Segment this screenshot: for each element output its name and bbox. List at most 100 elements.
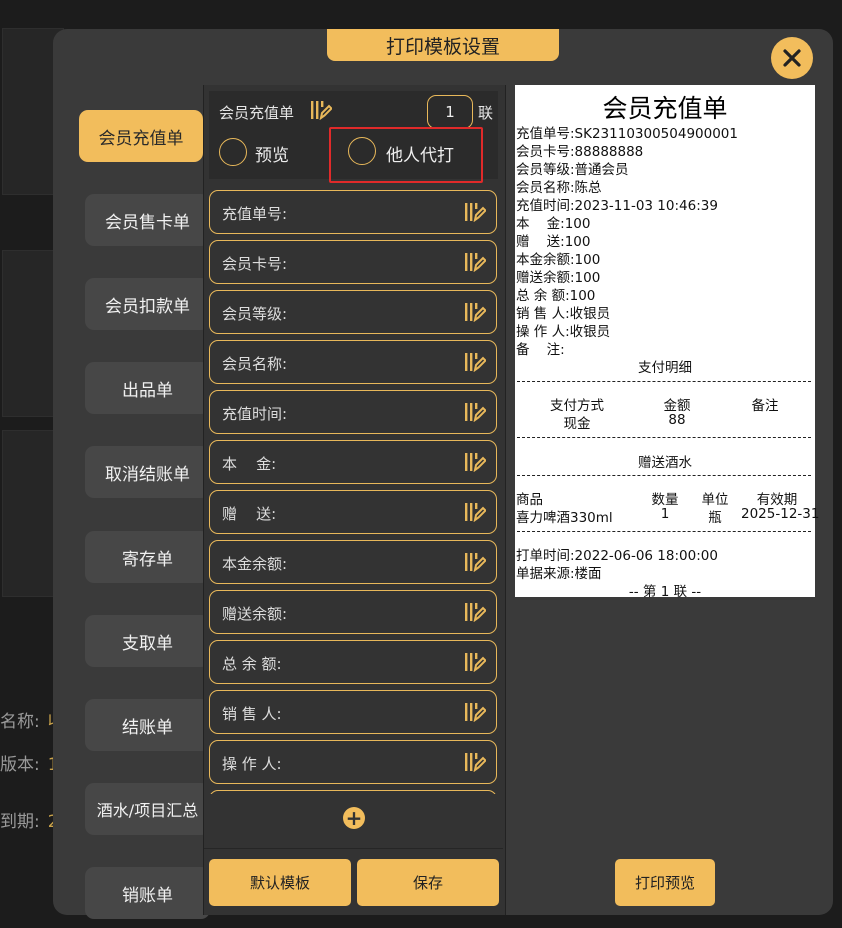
- sidebar-item-write-off[interactable]: 销账单: [85, 867, 210, 919]
- default-template-button[interactable]: 默认模板: [209, 859, 351, 906]
- print-time: 打单时间:2022-06-06 18:00:00: [516, 548, 718, 564]
- payment-cell: 88: [668, 412, 686, 428]
- field-row[interactable]: 会员名称:: [209, 340, 497, 384]
- receipt-line: 会员名称:陈总: [516, 180, 602, 196]
- plus-icon: +: [345, 806, 363, 830]
- sidebar-item-withdraw[interactable]: 支取单: [85, 615, 210, 667]
- field-row[interactable]: 会员卡号:: [209, 240, 497, 284]
- receipt-line: 销 售 人:收银员: [516, 306, 611, 322]
- background-info-row: 版本:1: [0, 755, 59, 775]
- field-label: 充值单号:: [222, 205, 288, 223]
- field-label: 赠 送:: [222, 505, 277, 523]
- field-row[interactable]: 操 作 人:: [209, 740, 497, 784]
- receipt-line: 本金余额:100: [516, 252, 601, 268]
- receipt-line: 充值单号:SK23110300504900001: [516, 126, 738, 142]
- edit-icon[interactable]: [464, 252, 486, 272]
- field-row[interactable]: 充值单号:: [209, 190, 497, 234]
- field-label: 总 余 额:: [222, 655, 282, 673]
- field-label: 会员名称:: [222, 355, 288, 373]
- sidebar-item-cancel-checkout[interactable]: 取消结账单: [85, 446, 210, 498]
- sidebar-item-member-deduction[interactable]: 会员扣款单: [85, 278, 210, 330]
- add-field-button[interactable]: +: [343, 807, 365, 829]
- payment-cell: 现金: [563, 416, 591, 432]
- field-label: 销 售 人:: [222, 705, 282, 723]
- save-button[interactable]: 保存: [357, 859, 499, 906]
- preview-radio[interactable]: [219, 138, 247, 166]
- goods-cell: 喜力啤酒330ml: [516, 510, 613, 526]
- goods-header: 单位: [701, 492, 729, 508]
- sidebar-item-member-recharge[interactable]: 会员充值单: [79, 110, 203, 162]
- edit-icon[interactable]: [464, 352, 486, 372]
- receipt-line: 总 余 额:100: [516, 288, 596, 304]
- receipt-divider: [517, 475, 811, 476]
- payment-header: 支付方式: [550, 398, 604, 414]
- payment-section-title: 支付明细: [638, 360, 692, 376]
- sidebar-item-checkout[interactable]: 结账单: [85, 699, 210, 751]
- edit-icon[interactable]: [464, 702, 486, 722]
- print-preview-button[interactable]: 打印预览: [615, 859, 715, 906]
- sidebar-item-label: 会员扣款单: [105, 296, 190, 317]
- close-icon: [783, 49, 801, 67]
- edit-icon[interactable]: [464, 402, 486, 422]
- receipt-line: 赠 送:100: [516, 234, 591, 250]
- receipt-line: 备 注:: [516, 342, 565, 358]
- sidebar-item-label: 销账单: [122, 885, 173, 906]
- receipt-divider: [517, 437, 811, 438]
- goods-header: 数量: [651, 492, 679, 508]
- sidebar-item-dispatch[interactable]: 出品单: [85, 362, 210, 414]
- edit-icon[interactable]: [464, 502, 486, 522]
- payment-header: 备注: [751, 398, 779, 414]
- gift-section-title: 赠送酒水: [638, 455, 692, 471]
- payment-header: 金额: [663, 398, 691, 414]
- receipt-line: 会员等级:普通会员: [516, 162, 629, 178]
- edit-icon[interactable]: [464, 652, 486, 672]
- field-row[interactable]: 充值时间:: [209, 390, 497, 434]
- goods-cell: 2025-12-31: [741, 506, 820, 522]
- receipt-divider: [517, 381, 811, 382]
- receipt-line: 会员卡号:88888888: [516, 144, 644, 160]
- field-label: 本 金:: [222, 455, 277, 473]
- field-row[interactable]: 会员等级:: [209, 290, 497, 334]
- copies-input[interactable]: 1: [427, 95, 473, 129]
- highlight-box: [329, 127, 483, 183]
- field-row[interactable]: 本 金:: [209, 440, 497, 484]
- receipt-line: 操 作 人:收银员: [516, 324, 611, 340]
- sidebar-item-label: 会员售卡单: [105, 212, 190, 233]
- sidebar-item-drinks-summary[interactable]: 酒水/项目汇总: [85, 783, 210, 835]
- sidebar-item-label: 会员充值单: [98, 128, 184, 149]
- field-row[interactable]: 销 售 人:: [209, 690, 497, 734]
- receipt-divider: [517, 531, 811, 532]
- divider: [204, 848, 503, 849]
- edit-icon[interactable]: [464, 202, 486, 222]
- edit-icon[interactable]: [464, 302, 486, 322]
- field-label: 充值时间:: [222, 405, 288, 423]
- sidebar-item-deposit[interactable]: 寄存单: [85, 531, 210, 583]
- sidebar-item-label: 出品单: [122, 380, 173, 401]
- field-row[interactable]: 赠送余额:: [209, 590, 497, 634]
- field-row-partial[interactable]: [209, 790, 497, 794]
- field-row[interactable]: 赠 送:: [209, 490, 497, 534]
- sidebar-item-member-card-sale[interactable]: 会员售卡单: [85, 194, 210, 246]
- edit-icon[interactable]: [464, 552, 486, 572]
- goods-header: 有效期: [756, 492, 798, 508]
- close-button[interactable]: [771, 37, 813, 79]
- receipt-preview: 会员充值单 充值单号:SK23110300504900001 会员卡号:8888…: [515, 85, 820, 600]
- sidebar-item-label: 取消结账单: [105, 464, 190, 485]
- template-name: 会员充值单: [219, 104, 295, 122]
- goods-cell: 瓶: [708, 510, 722, 526]
- goods-cell: 1: [660, 506, 670, 522]
- field-row[interactable]: 本金余额:: [209, 540, 497, 584]
- edit-icon[interactable]: [464, 452, 486, 472]
- field-label: 会员等级:: [222, 305, 288, 323]
- receipt-line: 赠送余额:100: [516, 270, 601, 286]
- edit-icon[interactable]: [464, 602, 486, 622]
- sidebar-item-label: 支取单: [122, 633, 173, 654]
- field-row[interactable]: 总 余 额:: [209, 640, 497, 684]
- edit-icon[interactable]: [464, 752, 486, 772]
- receipt-line: 本 金:100: [516, 216, 591, 232]
- edit-icon[interactable]: [310, 100, 332, 120]
- sidebar-item-label: 寄存单: [122, 549, 173, 570]
- field-label: 本金余额:: [222, 555, 288, 573]
- background-info-row: 到期:2: [0, 812, 59, 832]
- goods-header: 商品: [516, 492, 543, 508]
